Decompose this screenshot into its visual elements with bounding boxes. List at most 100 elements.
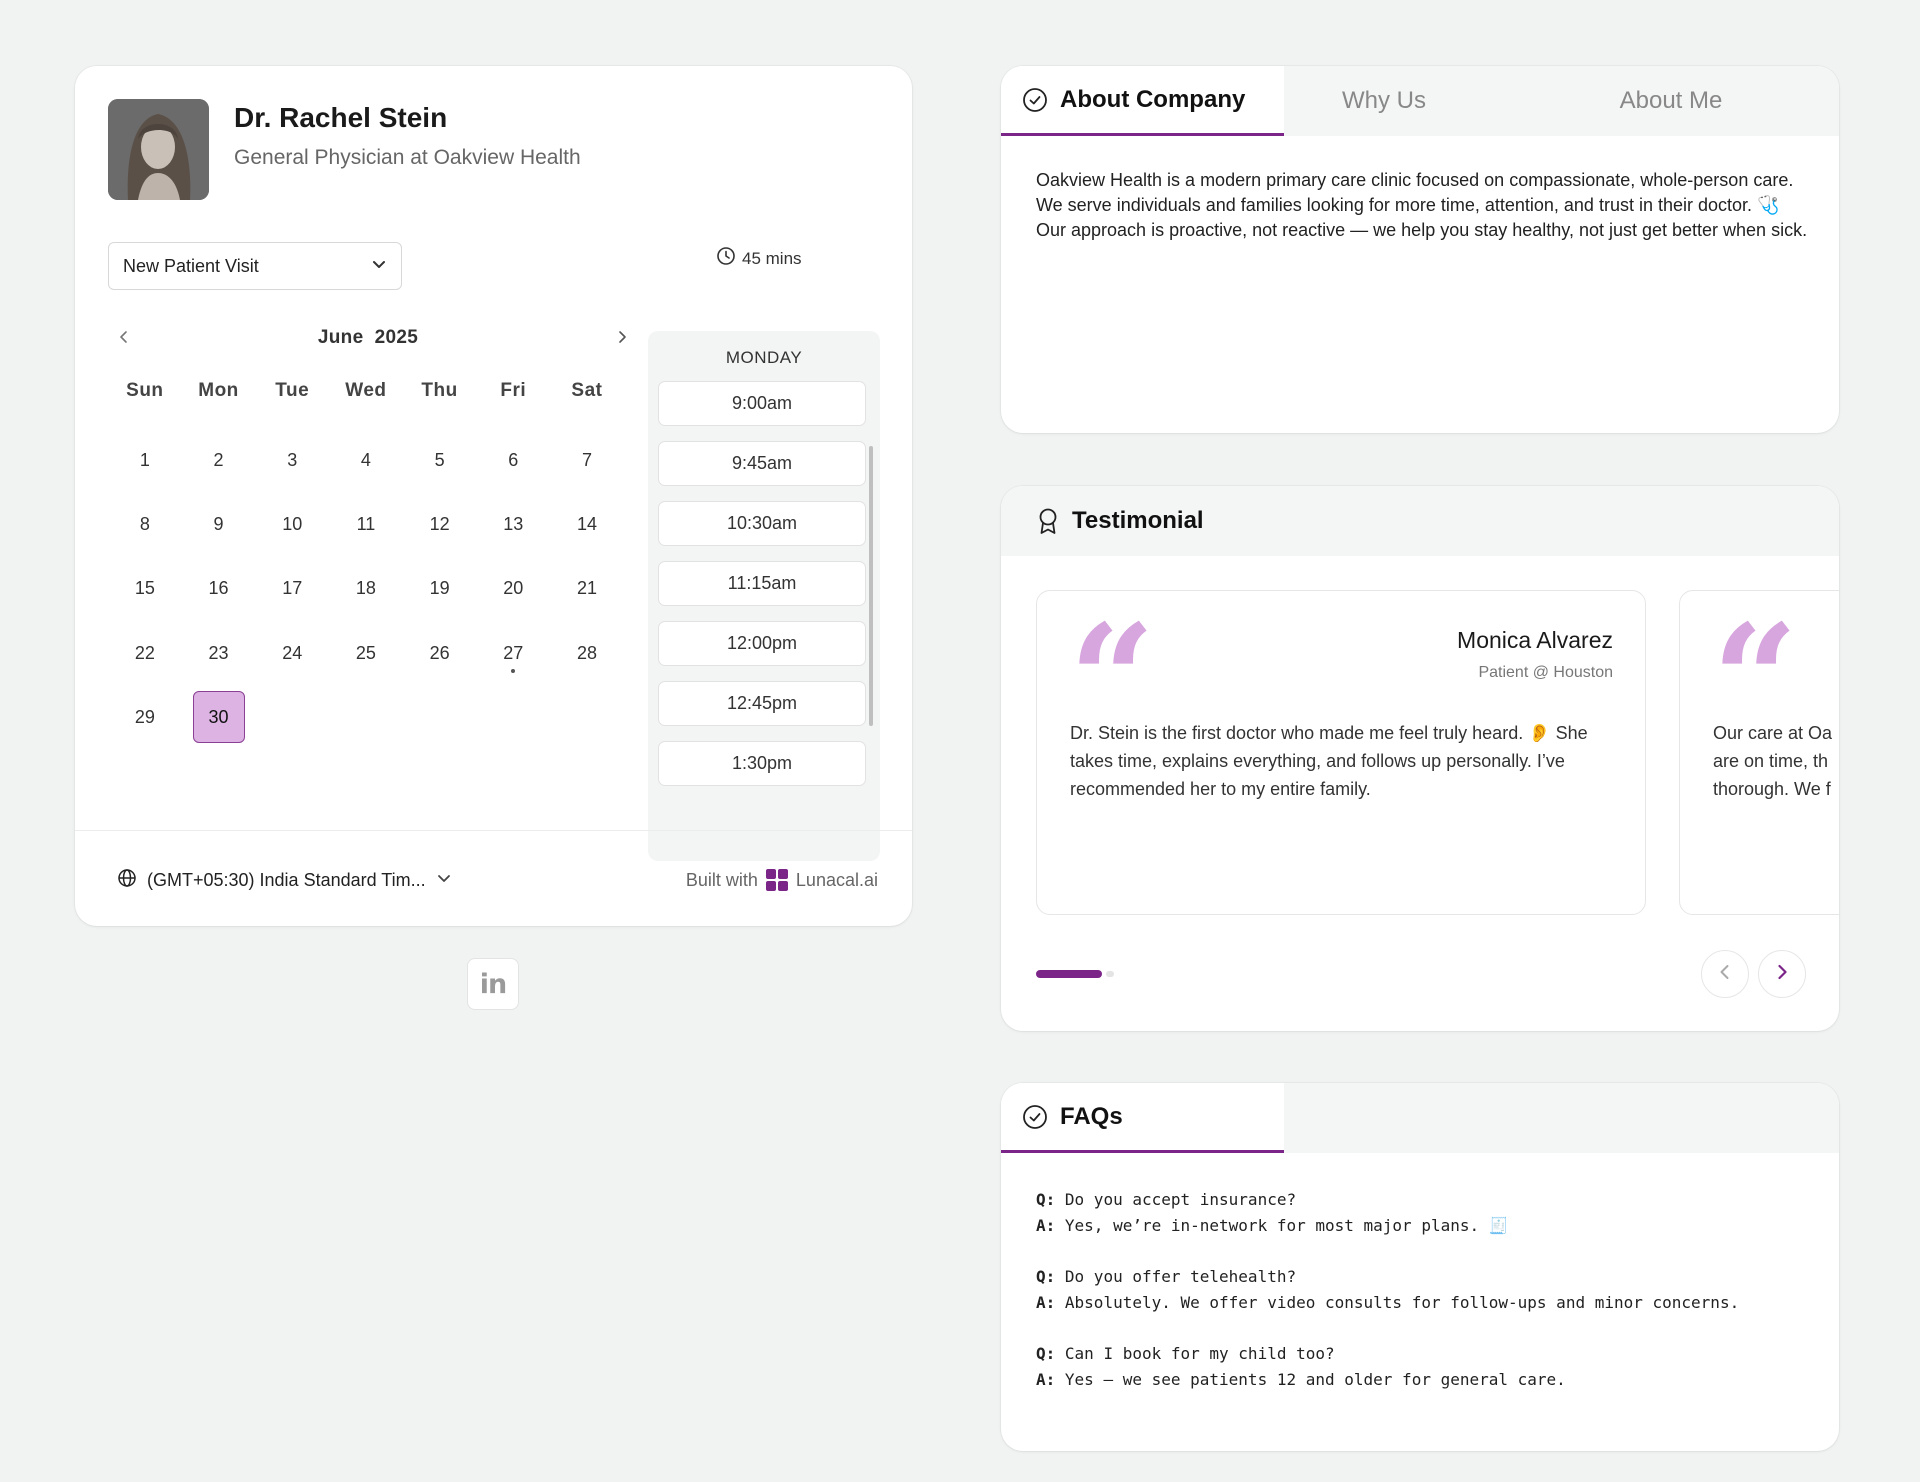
calendar-day-number: 23 (208, 642, 229, 663)
calendar-day[interactable]: 16 (182, 557, 256, 621)
calendar-day-number: 9 (213, 513, 224, 534)
testimonial-text-part: Dr. Stein is the first doctor who made m… (1070, 723, 1524, 743)
calendar-day[interactable]: 14 (550, 492, 624, 556)
tab-label: About Me (1619, 87, 1723, 114)
calendar-day-number: 15 (134, 578, 155, 599)
calendar-day[interactable]: 21 (550, 557, 624, 621)
time-slot-button[interactable]: 10:30am (658, 501, 866, 546)
calendar-day[interactable]: 7 (550, 428, 624, 492)
doctor-role: General Physician at Oakview Health (234, 146, 581, 169)
slots-scrollbar[interactable] (869, 446, 873, 726)
calendar-day-number: 30 (192, 691, 245, 744)
calendar-day[interactable]: 29 (108, 685, 182, 749)
testimonial-author-role: Patient @ Houston (1478, 664, 1613, 681)
time-slot-button[interactable]: 1:30pm (658, 741, 866, 786)
calendar-day[interactable]: 17 (255, 557, 329, 621)
tab-why-us[interactable]: Why Us (1284, 66, 1484, 136)
visit-type-select[interactable]: New Patient Visit (108, 242, 402, 290)
calendar-day-number: 26 (429, 642, 450, 663)
calendar-day-number: 10 (282, 513, 303, 534)
calendar-day[interactable]: 22 (108, 621, 182, 685)
duration-value: 45 mins (742, 248, 802, 268)
weekday-label: Mon (198, 380, 239, 401)
calendar-day-number: 22 (134, 642, 155, 663)
calendar-day[interactable]: 12 (403, 492, 477, 556)
faq-list: Q: Do you accept insurance? A: Yes, we’r… (1036, 1187, 1739, 1418)
carousel-prev-button[interactable] (1701, 950, 1749, 998)
faq-question: Can I book for my child too? (1064, 1344, 1335, 1363)
calendar-day-number: 16 (208, 578, 229, 599)
calendar-year: 2025 (374, 327, 419, 348)
calendar-day[interactable]: 23 (182, 621, 256, 685)
time-slot-button[interactable]: 9:45am (658, 441, 866, 486)
award-icon (1036, 507, 1060, 535)
calendar-day[interactable]: 6 (476, 428, 550, 492)
calendar-header: June 2025 (108, 321, 628, 357)
time-slot-button[interactable]: 11:15am (658, 561, 866, 606)
calendar-day-number: 4 (360, 449, 371, 470)
calendar-day[interactable]: 20 (476, 557, 550, 621)
tab-label: FAQs (1060, 1102, 1123, 1130)
calendar-day-number: 11 (356, 513, 376, 534)
visit-type-value: New Patient Visit (123, 255, 259, 276)
time-slot-button[interactable]: 12:00pm (658, 621, 866, 666)
brand-name: Lunacal.ai (795, 869, 878, 890)
calendar-day-number: 1 (139, 449, 150, 470)
carousel-next-button[interactable] (1758, 950, 1806, 998)
calendar-day[interactable]: 28 (550, 621, 624, 685)
tab-faqs[interactable]: FAQs (1001, 1083, 1284, 1153)
time-slot-list: 9:00am 9:45am 10:30am 11:15am 12:00pm 12:45pm… (658, 381, 866, 801)
footer-divider (75, 830, 912, 831)
linkedin-icon: in (479, 968, 508, 1000)
testimonial-text: Our care at Oa are on time, th thorough.… (1713, 719, 1839, 803)
chevron-right-icon (614, 329, 630, 350)
testimonial-text-part: Our care at Oa (1713, 723, 1833, 743)
carousel-progress-fill (1036, 970, 1102, 978)
chevron-left-icon (1716, 963, 1734, 986)
calendar-day-number: 24 (282, 642, 303, 663)
about-tabbar: About Company Why Us About Me (1001, 66, 1839, 136)
calendar-day[interactable]: 30 (182, 685, 256, 749)
calendar-day[interactable]: 2 (182, 428, 256, 492)
next-month-button[interactable] (606, 323, 638, 355)
tab-about-company[interactable]: About Company (1001, 66, 1284, 136)
calendar-day[interactable]: 13 (476, 492, 550, 556)
calendar-day[interactable]: 27 (476, 621, 550, 685)
calendar-day[interactable]: 19 (403, 557, 477, 621)
calendar-day[interactable]: 15 (108, 557, 182, 621)
calendar-day[interactable]: 9 (182, 492, 256, 556)
tab-about-me[interactable]: About Me (1561, 66, 1781, 136)
faqs-card: FAQs Q: Do you accept insurance? A: Yes,… (1001, 1083, 1839, 1451)
calendar-day[interactable]: 11 (329, 492, 403, 556)
calendar-day-number: 13 (503, 513, 524, 534)
calendar-day[interactable]: 10 (255, 492, 329, 556)
linkedin-button[interactable]: in (467, 958, 519, 1010)
about-company-text: Oakview Health is a modern primary care … (1036, 168, 1811, 243)
calendar-month-label: June 2025 (108, 327, 628, 349)
time-slot-button[interactable]: 9:00am (658, 381, 866, 426)
doctor-avatar (108, 99, 209, 200)
calendar-day[interactable]: 25 (329, 621, 403, 685)
built-with-link[interactable]: Built with Lunacal.ai (686, 869, 878, 891)
calendar-day[interactable]: 26 (403, 621, 477, 685)
calendar-day[interactable]: 24 (255, 621, 329, 685)
time-slot-button[interactable]: 12:45pm (658, 681, 866, 726)
faq-item: Q: Can I book for my child too? A: Yes —… (1036, 1341, 1739, 1393)
today-dot (511, 669, 516, 674)
calendar-day[interactable]: 3 (255, 428, 329, 492)
timezone-select[interactable]: (GMT+05:30) India Standard Tim... (117, 868, 452, 893)
testimonial-item: “ Monica Alvarez Patient @ Houston Dr. S… (1036, 590, 1646, 915)
testimonial-card: Testimonial “ Monica Alvarez Patient @ H… (1001, 486, 1839, 1031)
calendar-day[interactable]: 8 (108, 492, 182, 556)
calendar-day[interactable]: 1 (108, 428, 182, 492)
calendar-day[interactable]: 5 (403, 428, 477, 492)
doctor-name: Dr. Rachel Stein (234, 102, 448, 133)
testimonial-item: “ Our care at Oa are on time, th thoroug… (1679, 590, 1839, 915)
about-card: About Company Why Us About Me Oakview He… (1001, 66, 1839, 433)
ear-emoji: 👂 (1528, 723, 1551, 743)
calendar-day[interactable]: 4 (329, 428, 403, 492)
faq-question: Do you offer telehealth? (1064, 1267, 1297, 1286)
calendar-day[interactable]: 18 (329, 557, 403, 621)
duration-label: 45 mins (716, 246, 802, 271)
faq-q-prefix: Q: (1036, 1190, 1056, 1209)
